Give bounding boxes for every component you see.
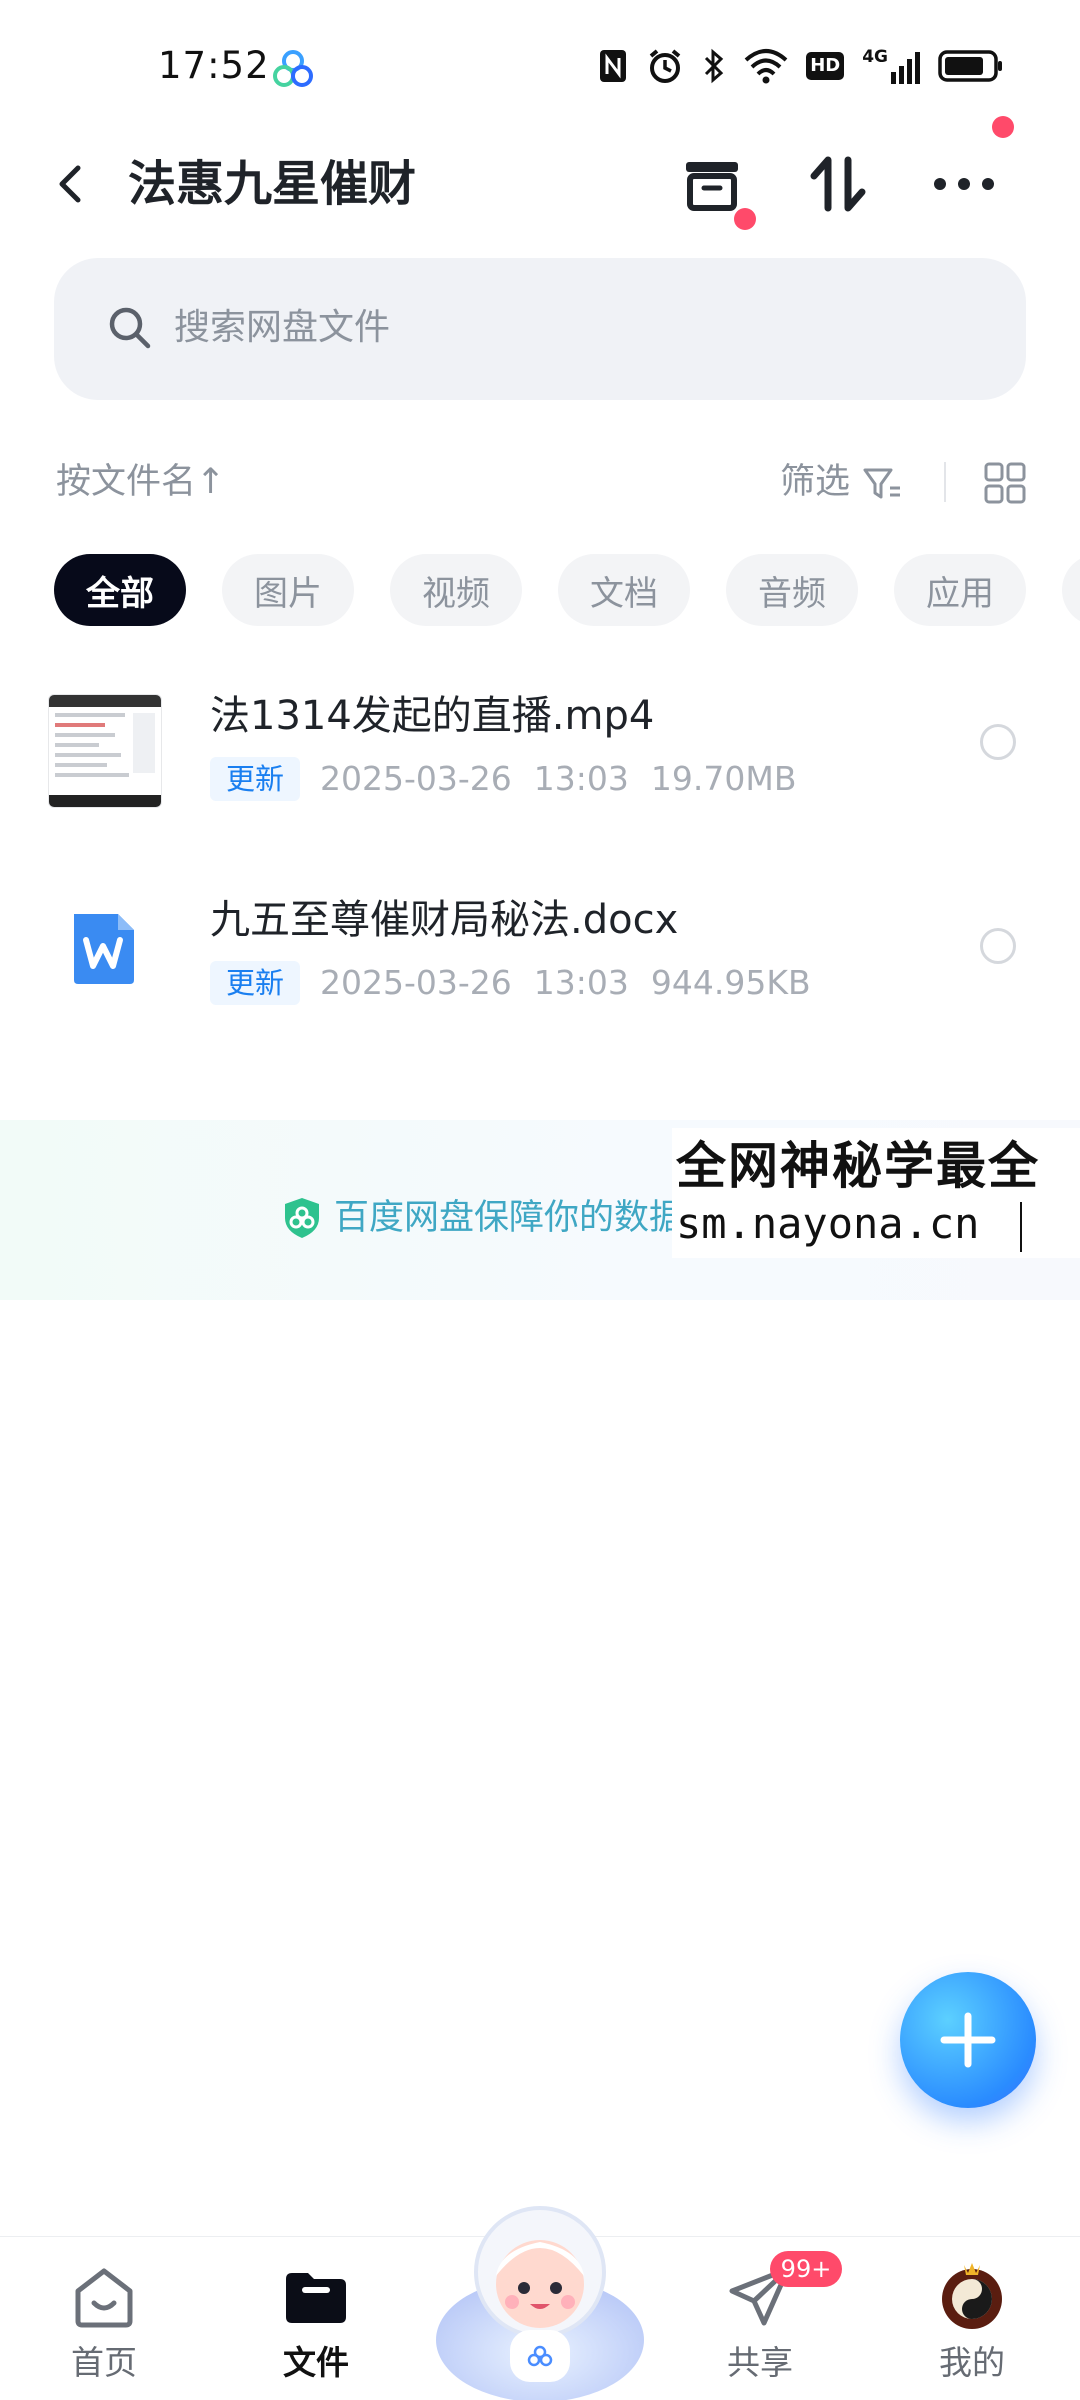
nav-files[interactable]: 文件 xyxy=(236,2237,396,2400)
status-time: 17:52 xyxy=(158,44,270,87)
sort-label: 按文件名 xyxy=(56,462,197,502)
file-meta: 更新 2025-03-26 13:03 19.70MB xyxy=(210,756,819,802)
wifi-icon xyxy=(744,49,788,84)
file-time: 13:03 xyxy=(533,963,629,1002)
sort-bar-divider xyxy=(944,462,946,502)
file-time: 13:03 xyxy=(533,759,629,798)
watermark-title: 全网神秘学最全 xyxy=(676,1137,1040,1195)
filter-icon[interactable] xyxy=(862,464,902,504)
category-tabs: 全部 图片 视频 文档 音频 应用 xyxy=(0,554,1080,626)
word-doc-icon xyxy=(74,914,134,984)
file-date: 2025-03-26 xyxy=(320,759,512,798)
nav-profile[interactable]: 我的 xyxy=(892,2237,1052,2400)
page-title: 法惠九星催财 xyxy=(128,156,417,212)
archive-notification-dot xyxy=(734,208,756,230)
tab-images[interactable]: 图片 xyxy=(222,554,354,626)
plus-icon xyxy=(940,2012,996,2068)
file-name: 九五至尊催财局秘法.docx xyxy=(210,897,679,943)
file-name: 法1314发起的直播.mp4 xyxy=(210,693,655,739)
status-bar: 17:52 HD 4G xyxy=(0,0,1080,130)
tab-apps[interactable]: 应用 xyxy=(894,554,1026,626)
search-placeholder: 搜索网盘文件 xyxy=(174,307,391,348)
signal-4g-icon: 4G xyxy=(862,48,920,84)
file-size: 19.70MB xyxy=(650,759,797,798)
status-icons: HD 4G xyxy=(598,44,1004,88)
more-icon[interactable] xyxy=(926,146,1002,222)
tab-all[interactable]: 全部 xyxy=(54,554,186,626)
mascot-icon[interactable] xyxy=(430,2180,650,2400)
tab-more-partial[interactable] xyxy=(1062,554,1080,626)
alarm-icon xyxy=(649,49,681,83)
select-checkbox[interactable] xyxy=(980,928,1016,964)
sort-arrow-icon: ↑ xyxy=(196,462,226,502)
network-label: 4G xyxy=(862,47,888,67)
home-icon xyxy=(75,2268,133,2328)
file-list-item[interactable]: 法1314发起的直播.mp4 更新 2025-03-26 13:03 19.70… xyxy=(0,680,1080,830)
more-notification-dot xyxy=(992,116,1014,138)
update-badge: 更新 xyxy=(210,961,301,1005)
folder-icon xyxy=(286,2273,346,2323)
file-list-item[interactable]: 九五至尊催财局秘法.docx 更新 2025-03-26 13:03 944.9… xyxy=(0,884,1080,1034)
file-size: 944.95KB xyxy=(650,963,811,1002)
watermark-url: sm.nayona.cn xyxy=(676,1199,980,1248)
back-arrow-icon[interactable] xyxy=(46,154,94,214)
file-browser-screen: 17:52 HD 4G 法惠九星催财 搜索网盘文件 按文件名↑ 筛选 全部 图片… xyxy=(0,0,1080,2400)
video-thumbnail xyxy=(48,694,162,808)
tab-audio[interactable]: 音频 xyxy=(726,554,858,626)
sort-filter-bar: 按文件名↑ 筛选 xyxy=(0,450,1080,514)
nav-files-label: 文件 xyxy=(283,2343,349,2382)
search-icon xyxy=(109,307,151,349)
nav-share[interactable]: 99+ 共享 xyxy=(680,2237,842,2400)
nav-home-label: 首页 xyxy=(71,2343,137,2382)
filter-button[interactable]: 筛选 xyxy=(780,458,850,506)
share-count-badge: 99+ xyxy=(770,2251,842,2287)
tab-documents[interactable]: 文档 xyxy=(558,554,690,626)
top-bar: 法惠九星催财 xyxy=(0,116,1080,250)
security-banner-text: 百度网盘保障你的数据 xyxy=(334,1198,685,1238)
sort-by-name-button[interactable]: 按文件名↑ xyxy=(56,458,225,506)
tab-videos[interactable]: 视频 xyxy=(390,554,522,626)
baidu-netdisk-icon xyxy=(273,50,313,87)
battery-icon xyxy=(938,50,1002,82)
select-checkbox[interactable] xyxy=(980,724,1016,760)
text-caret xyxy=(1020,1202,1022,1252)
nfc-icon xyxy=(600,50,627,82)
nav-home[interactable]: 首页 xyxy=(24,2237,184,2400)
grid-view-icon[interactable] xyxy=(984,462,1026,504)
shield-icon xyxy=(285,1198,319,1238)
nav-profile-label: 我的 xyxy=(939,2343,1005,2382)
nav-share-label: 共享 xyxy=(727,2343,793,2382)
file-meta: 更新 2025-03-26 13:03 944.95KB xyxy=(210,960,833,1006)
sort-icon[interactable] xyxy=(800,146,876,222)
bluetooth-icon xyxy=(705,48,724,84)
hd-icon: HD xyxy=(806,52,845,80)
avatar-icon xyxy=(942,2263,1002,2329)
add-button[interactable] xyxy=(900,1972,1036,2108)
update-badge: 更新 xyxy=(210,757,301,801)
file-date: 2025-03-26 xyxy=(320,963,512,1002)
